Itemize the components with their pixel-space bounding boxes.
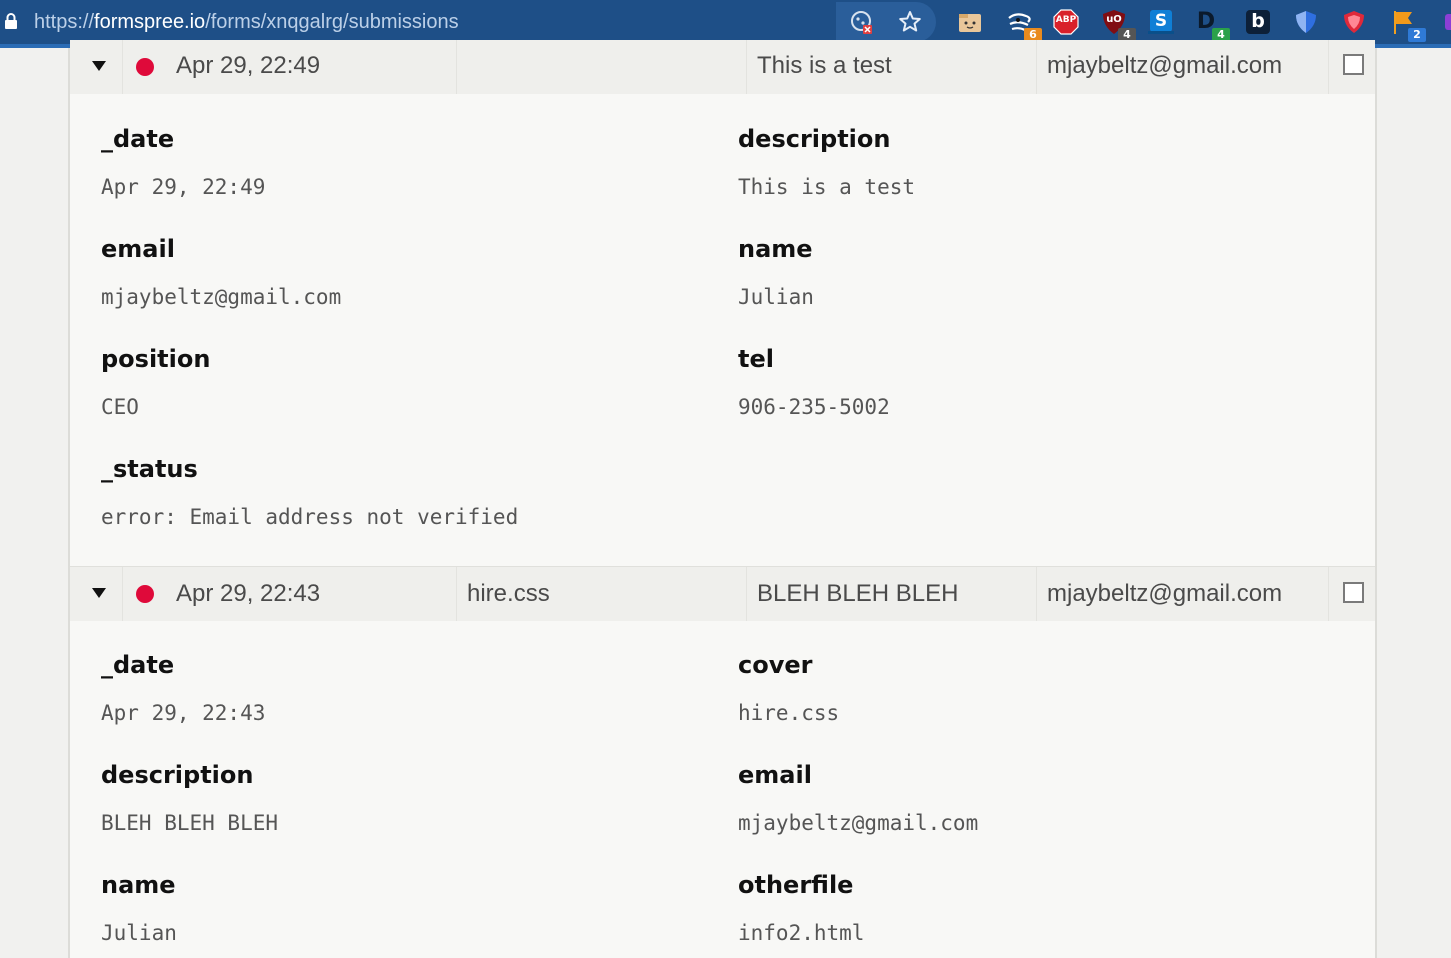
row-col3: BLEH BLEH BLEH	[757, 580, 959, 607]
field-label: otherfile	[738, 871, 854, 899]
extension-badge: 2	[1408, 28, 1426, 42]
row-date: Apr 29, 22:49	[176, 52, 321, 79]
edge-avatar[interactable]	[1445, 14, 1451, 30]
row-checkbox[interactable]	[1343, 582, 1364, 603]
url-path: /forms/xnqgalrg/submissions	[205, 11, 459, 33]
submission-row[interactable]: Apr 29, 22:49 This is a test mjaybeltz@g…	[70, 40, 1375, 94]
field-label: name	[101, 871, 176, 899]
collapse-caret-icon[interactable]	[92, 61, 106, 71]
field-value: 906-235-5002	[738, 395, 890, 419]
ublock-origin-icon[interactable]: uO 4	[1100, 8, 1136, 42]
folder-face-icon[interactable]	[956, 8, 984, 36]
cookie-blocked-icon[interactable]	[848, 8, 876, 36]
adblock-label: ABP	[1055, 15, 1077, 25]
url-scheme: https://	[34, 11, 95, 33]
row-col3: This is a test	[757, 52, 892, 79]
b-extension-label: b	[1251, 10, 1265, 32]
table-cell	[456, 40, 747, 94]
field-value: Julian	[738, 285, 814, 309]
field-label: name	[738, 235, 813, 263]
row-checkbox[interactable]	[1343, 54, 1364, 75]
field-value: mjaybeltz@gmail.com	[101, 285, 342, 309]
field-label: description	[101, 761, 254, 789]
row-col2: hire.css	[467, 580, 550, 607]
adblock-plus-icon[interactable]: ABP	[1052, 8, 1080, 36]
b-extension-icon[interactable]: b	[1244, 8, 1272, 36]
submission-row[interactable]: Apr 29, 22:43 hire.css BLEH BLEH BLEH mj…	[70, 566, 1375, 621]
field-label: _status	[101, 455, 198, 483]
flag-extension-icon[interactable]: 2	[1390, 8, 1426, 42]
status-dot	[136, 58, 154, 76]
field-value: Apr 29, 22:43	[101, 701, 266, 725]
wind-extension-icon[interactable]: 6	[1006, 8, 1042, 42]
field-label: email	[738, 761, 812, 789]
row-date: Apr 29, 22:43	[176, 580, 321, 607]
field-label: description	[738, 125, 891, 153]
lock-icon	[5, 13, 17, 29]
field-label: _date	[101, 125, 175, 153]
field-label: email	[101, 235, 175, 263]
field-label: position	[101, 345, 211, 373]
field-value: BLEH BLEH BLEH	[101, 811, 279, 835]
field-value: error: Email address not verified	[101, 505, 519, 529]
field-label: _date	[101, 651, 175, 679]
s-extension-icon[interactable]: S	[1147, 8, 1175, 36]
d-extension-icon[interactable]: D 4	[1194, 8, 1230, 42]
s-extension-label: S	[1154, 11, 1168, 31]
ublock-label: uO	[1106, 14, 1122, 25]
field-value: Apr 29, 22:49	[101, 175, 266, 199]
blue-shield-icon[interactable]	[1292, 8, 1320, 36]
field-value: hire.css	[738, 701, 840, 725]
field-value: info2.html	[738, 921, 865, 945]
field-value: This is a test	[738, 175, 916, 199]
field-label: cover	[738, 651, 813, 679]
address-bar[interactable]: https://formspree.io/forms/xnqgalrg/subm…	[34, 10, 459, 34]
submissions-panel: Apr 29, 22:49 This is a test mjaybeltz@g…	[68, 40, 1377, 958]
field-value: CEO	[101, 395, 139, 419]
row-email: mjaybeltz@gmail.com	[1047, 52, 1283, 79]
field-value: Julian	[101, 921, 177, 945]
red-shield-icon[interactable]	[1340, 8, 1368, 36]
bookmark-star-icon[interactable]	[896, 8, 924, 36]
row-email: mjaybeltz@gmail.com	[1047, 580, 1283, 607]
collapse-caret-icon[interactable]	[92, 588, 106, 598]
field-value: mjaybeltz@gmail.com	[738, 811, 979, 835]
status-dot	[136, 585, 154, 603]
url-host: formspree.io	[94, 11, 206, 33]
field-label: tel	[738, 345, 774, 373]
